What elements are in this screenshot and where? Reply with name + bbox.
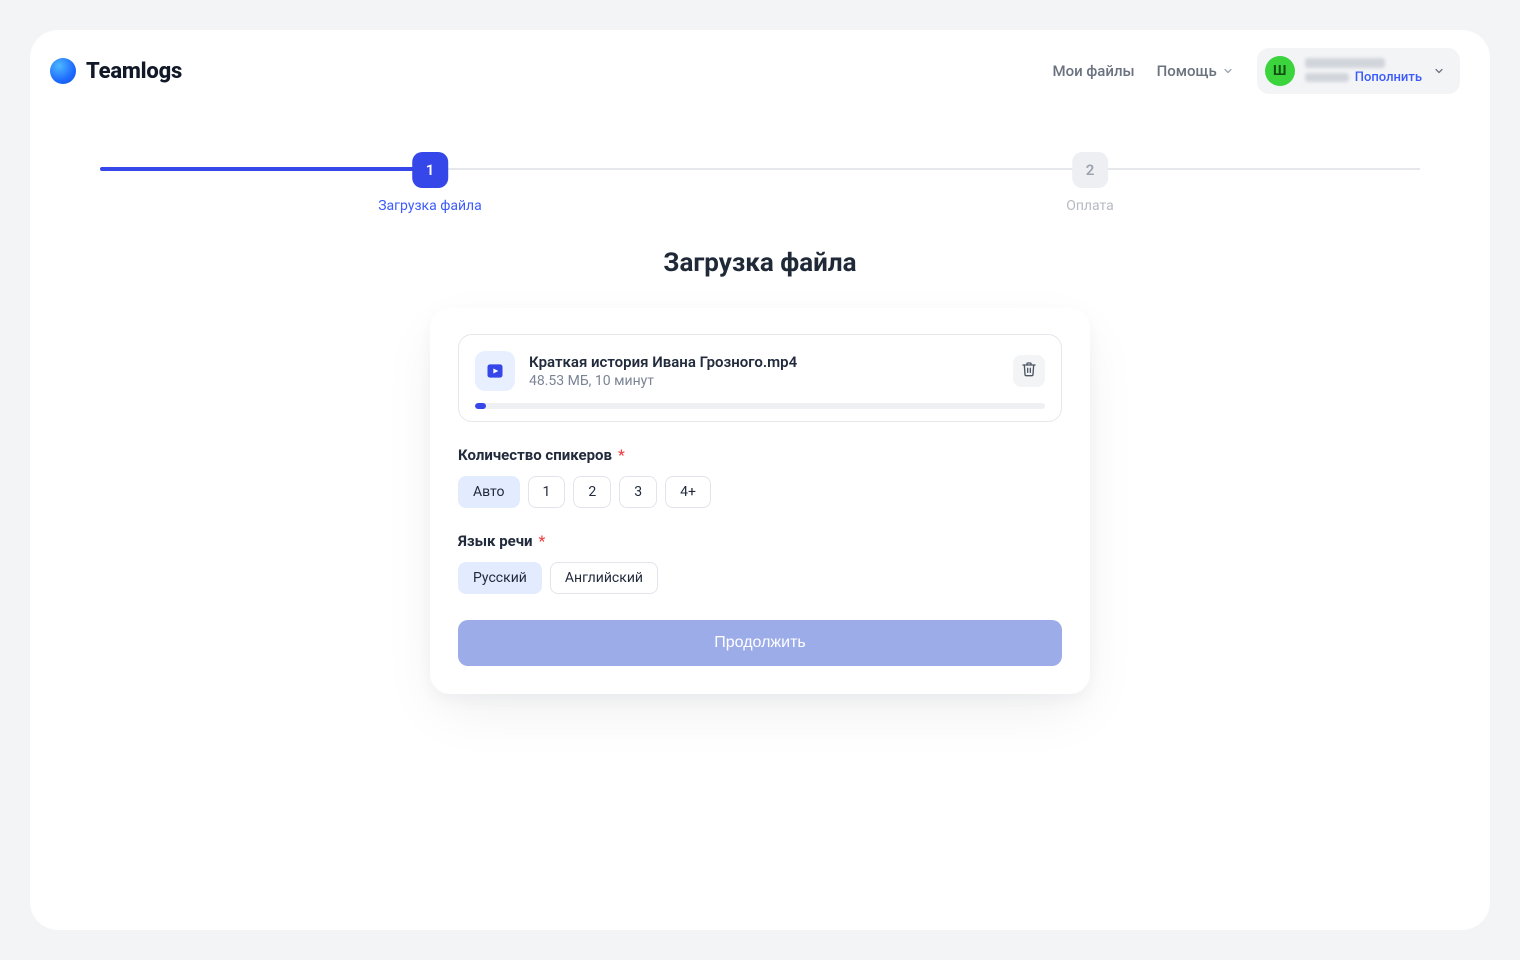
speakers-options: Авто1234+: [458, 476, 1062, 508]
required-mark: *: [539, 532, 546, 550]
nav-help-label: Помощь: [1157, 62, 1217, 80]
speakers-option[interactable]: 4+: [665, 476, 711, 508]
required-mark: *: [618, 446, 625, 464]
video-file-icon: [475, 351, 515, 391]
language-group: Язык речи * РусскийАнглийский: [458, 532, 1062, 594]
step-badge: 2: [1072, 152, 1108, 188]
trash-icon: [1021, 361, 1037, 381]
file-meta: 48.53 МБ, 10 минут: [529, 373, 999, 389]
step-label: Загрузка файла: [378, 198, 482, 214]
upload-progress-fill: [475, 403, 486, 409]
logo-mark-icon: [50, 58, 76, 84]
language-option[interactable]: Английский: [550, 562, 658, 594]
file-row: Краткая история Ивана Грозного.mp4 48.53…: [458, 334, 1062, 422]
upload-progress: [475, 403, 1045, 409]
speakers-option[interactable]: 2: [573, 476, 611, 508]
step-2[interactable]: 2 Оплата: [1066, 152, 1114, 214]
avatar: Ш: [1265, 56, 1295, 86]
header-right: Мои файлы Помощь Ш Пополнить: [1052, 48, 1460, 94]
speakers-option[interactable]: Авто: [458, 476, 520, 508]
speakers-option[interactable]: 1: [528, 476, 566, 508]
step-1[interactable]: 1 Загрузка файла: [378, 152, 482, 214]
user-info: Пополнить: [1305, 58, 1422, 85]
step-label: Оплата: [1066, 198, 1114, 214]
nav-help[interactable]: Помощь: [1157, 62, 1235, 80]
delete-file-button[interactable]: [1013, 355, 1045, 387]
logo-text: Teamlogs: [86, 59, 182, 84]
step-badge: 1: [412, 152, 448, 188]
language-option[interactable]: Русский: [458, 562, 542, 594]
chevron-down-icon: [1432, 64, 1446, 78]
continue-button[interactable]: Продолжить: [458, 620, 1062, 666]
language-options: РусскийАнглийский: [458, 562, 1062, 594]
speakers-group: Количество спикеров * Авто1234+: [458, 446, 1062, 508]
speakers-label: Количество спикеров: [458, 446, 612, 464]
user-balance-redacted: [1305, 73, 1349, 82]
logo[interactable]: Teamlogs: [50, 58, 182, 84]
chevron-down-icon: [1221, 64, 1235, 78]
file-name: Краткая история Ивана Грозного.mp4: [529, 353, 999, 371]
header: Teamlogs Мои файлы Помощь Ш Пополнить: [30, 30, 1490, 112]
upload-card: Краткая история Ивана Грозного.mp4 48.53…: [430, 308, 1090, 694]
page-title: Загрузка файла: [30, 248, 1490, 278]
topup-link[interactable]: Пополнить: [1355, 70, 1422, 85]
language-label: Язык речи: [458, 532, 533, 550]
nav-my-files[interactable]: Мои файлы: [1052, 62, 1134, 80]
user-name-redacted: [1305, 58, 1385, 68]
stepper: 1 Загрузка файла 2 Оплата: [100, 152, 1420, 232]
speakers-option[interactable]: 3: [619, 476, 657, 508]
app-window: Teamlogs Мои файлы Помощь Ш Пополнить: [30, 30, 1490, 930]
user-menu[interactable]: Ш Пополнить: [1257, 48, 1460, 94]
